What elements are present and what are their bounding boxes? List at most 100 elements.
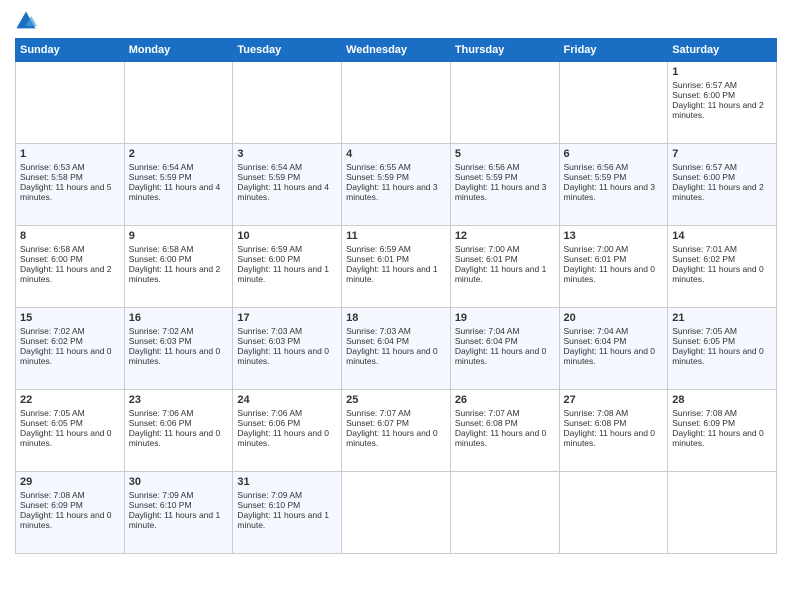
sunrise-text: Sunrise: 6:56 AM <box>564 162 629 172</box>
day-number: 16 <box>129 312 229 324</box>
sunset-text: Sunset: 6:04 PM <box>455 336 518 346</box>
calendar-cell: 11Sunrise: 6:59 AMSunset: 6:01 PMDayligh… <box>342 226 451 308</box>
calendar-week-2: 8Sunrise: 6:58 AMSunset: 6:00 PMDaylight… <box>16 226 777 308</box>
sunset-text: Sunset: 6:05 PM <box>672 336 735 346</box>
calendar-cell: 20Sunrise: 7:04 AMSunset: 6:04 PMDayligh… <box>559 308 668 390</box>
sunset-text: Sunset: 6:06 PM <box>129 418 192 428</box>
day-number: 1 <box>672 66 772 78</box>
day-number: 21 <box>672 312 772 324</box>
logo <box>15 10 41 32</box>
calendar-cell <box>342 62 451 144</box>
daylight-text: Daylight: 11 hours and 0 minutes. <box>672 264 764 284</box>
day-number: 22 <box>20 394 120 406</box>
day-number: 27 <box>564 394 664 406</box>
sunrise-text: Sunrise: 7:07 AM <box>455 408 520 418</box>
day-number: 26 <box>455 394 555 406</box>
daylight-text: Daylight: 11 hours and 1 minute. <box>237 264 329 284</box>
calendar-week-5: 29Sunrise: 7:08 AMSunset: 6:09 PMDayligh… <box>16 472 777 554</box>
sunrise-text: Sunrise: 7:04 AM <box>564 326 629 336</box>
logo-icon <box>15 10 37 32</box>
day-number: 11 <box>346 230 446 242</box>
calendar-cell: 9Sunrise: 6:58 AMSunset: 6:00 PMDaylight… <box>124 226 233 308</box>
sunset-text: Sunset: 6:01 PM <box>564 254 627 264</box>
day-number: 6 <box>564 148 664 160</box>
sunset-text: Sunset: 6:07 PM <box>346 418 409 428</box>
calendar-week-1: 1Sunrise: 6:53 AMSunset: 5:58 PMDaylight… <box>16 144 777 226</box>
daylight-text: Daylight: 11 hours and 0 minutes. <box>237 428 329 448</box>
day-number: 17 <box>237 312 337 324</box>
sunset-text: Sunset: 6:03 PM <box>237 336 300 346</box>
calendar-cell: 22Sunrise: 7:05 AMSunset: 6:05 PMDayligh… <box>16 390 125 472</box>
calendar-cell: 12Sunrise: 7:00 AMSunset: 6:01 PMDayligh… <box>450 226 559 308</box>
calendar-cell: 13Sunrise: 7:00 AMSunset: 6:01 PMDayligh… <box>559 226 668 308</box>
sunrise-text: Sunrise: 7:06 AM <box>237 408 302 418</box>
day-number: 24 <box>237 394 337 406</box>
calendar-cell: 1Sunrise: 6:57 AMSunset: 6:00 PMDaylight… <box>668 62 777 144</box>
sunset-text: Sunset: 5:58 PM <box>20 172 83 182</box>
sunrise-text: Sunrise: 7:05 AM <box>672 326 737 336</box>
daylight-text: Daylight: 11 hours and 0 minutes. <box>672 346 764 366</box>
sunrise-text: Sunrise: 7:08 AM <box>672 408 737 418</box>
daylight-text: Daylight: 11 hours and 3 minutes. <box>455 182 547 202</box>
day-number: 12 <box>455 230 555 242</box>
day-number: 31 <box>237 476 337 488</box>
calendar-container: SundayMondayTuesdayWednesdayThursdayFrid… <box>0 0 792 564</box>
sunset-text: Sunset: 5:59 PM <box>129 172 192 182</box>
sunrise-text: Sunrise: 7:01 AM <box>672 244 737 254</box>
calendar-cell: 29Sunrise: 7:08 AMSunset: 6:09 PMDayligh… <box>16 472 125 554</box>
daylight-text: Daylight: 11 hours and 0 minutes. <box>455 346 547 366</box>
sunrise-text: Sunrise: 6:59 AM <box>346 244 411 254</box>
daylight-text: Daylight: 11 hours and 1 minute. <box>455 264 547 284</box>
daylight-text: Daylight: 11 hours and 1 minute. <box>346 264 438 284</box>
sunrise-text: Sunrise: 7:02 AM <box>129 326 194 336</box>
sunrise-text: Sunrise: 6:54 AM <box>129 162 194 172</box>
day-number: 18 <box>346 312 446 324</box>
sunset-text: Sunset: 6:00 PM <box>129 254 192 264</box>
calendar-cell: 21 Sunrise: 7:05 AMSunset: 6:05 PMDayligh… <box>668 308 777 390</box>
calendar-cell: 7Sunrise: 6:57 AMSunset: 6:00 PMDaylight… <box>668 144 777 226</box>
sunrise-text: Sunrise: 6:54 AM <box>237 162 302 172</box>
sunset-text: Sunset: 6:08 PM <box>455 418 518 428</box>
day-of-week-thursday: Thursday <box>450 39 559 62</box>
calendar-cell <box>668 472 777 554</box>
sunset-text: Sunset: 6:00 PM <box>237 254 300 264</box>
daylight-text: Daylight: 11 hours and 4 minutes. <box>237 182 329 202</box>
day-of-week-friday: Friday <box>559 39 668 62</box>
sunrise-text: Sunrise: 6:53 AM <box>20 162 85 172</box>
sunset-text: Sunset: 6:00 PM <box>672 90 735 100</box>
days-of-week-header: SundayMondayTuesdayWednesdayThursdayFrid… <box>16 39 777 62</box>
sunrise-text: Sunrise: 6:57 AM <box>672 80 737 90</box>
day-of-week-wednesday: Wednesday <box>342 39 451 62</box>
calendar-cell: 6Sunrise: 6:56 AMSunset: 5:59 PMDaylight… <box>559 144 668 226</box>
sunrise-text: Sunrise: 7:04 AM <box>455 326 520 336</box>
calendar-cell <box>342 472 451 554</box>
calendar-cell: 16Sunrise: 7:02 AMSunset: 6:03 PMDayligh… <box>124 308 233 390</box>
sunset-text: Sunset: 6:02 PM <box>20 336 83 346</box>
daylight-text: Daylight: 11 hours and 2 minutes. <box>20 264 112 284</box>
sunrise-text: Sunrise: 6:56 AM <box>455 162 520 172</box>
day-number: 8 <box>20 230 120 242</box>
calendar-cell: 2Sunrise: 6:54 AMSunset: 5:59 PMDaylight… <box>124 144 233 226</box>
day-number: 10 <box>237 230 337 242</box>
sunrise-text: Sunrise: 7:06 AM <box>129 408 194 418</box>
daylight-text: Daylight: 11 hours and 3 minutes. <box>346 182 438 202</box>
calendar-cell: 23Sunrise: 7:06 AMSunset: 6:06 PMDayligh… <box>124 390 233 472</box>
sunset-text: Sunset: 5:59 PM <box>237 172 300 182</box>
day-number: 25 <box>346 394 446 406</box>
day-number: 4 <box>346 148 446 160</box>
calendar-cell: 4Sunrise: 6:55 AMSunset: 5:59 PMDaylight… <box>342 144 451 226</box>
sunset-text: Sunset: 6:01 PM <box>455 254 518 264</box>
day-number: 14 <box>672 230 772 242</box>
sunset-text: Sunset: 6:02 PM <box>672 254 735 264</box>
calendar-cell: 17Sunrise: 7:03 AMSunset: 6:03 PMDayligh… <box>233 308 342 390</box>
calendar-cell: 14 Sunrise: 7:01 AMSunset: 6:02 PMDayligh… <box>668 226 777 308</box>
sunset-text: Sunset: 6:00 PM <box>672 172 735 182</box>
sunrise-text: Sunrise: 7:09 AM <box>129 490 194 500</box>
calendar-cell: 3Sunrise: 6:54 AMSunset: 5:59 PMDaylight… <box>233 144 342 226</box>
day-number: 29 <box>20 476 120 488</box>
daylight-text: Daylight: 11 hours and 0 minutes. <box>129 346 221 366</box>
calendar-cell <box>233 62 342 144</box>
daylight-text: Daylight: 11 hours and 0 minutes. <box>564 428 656 448</box>
calendar-cell: 1Sunrise: 6:53 AMSunset: 5:58 PMDaylight… <box>16 144 125 226</box>
calendar-body: 1Sunrise: 6:57 AMSunset: 6:00 PMDaylight… <box>16 62 777 554</box>
